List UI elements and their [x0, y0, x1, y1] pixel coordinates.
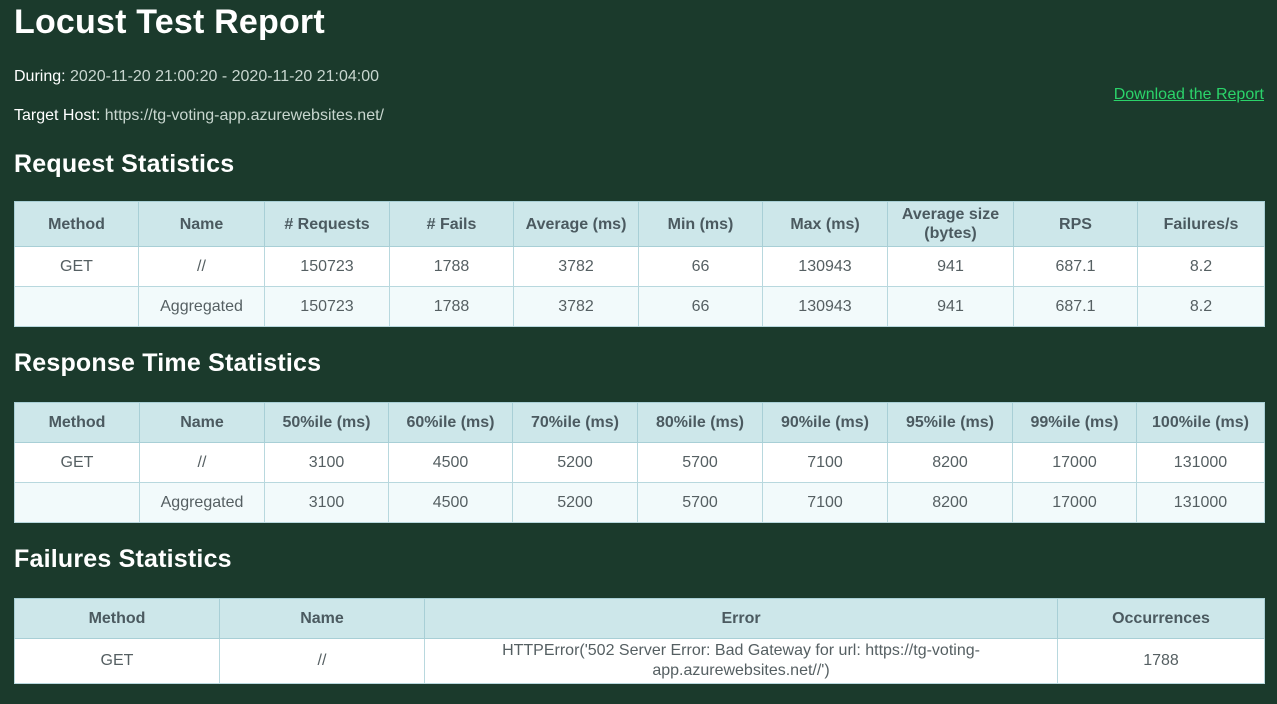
table-cell: 131000 [1136, 482, 1265, 523]
table-cell: 1788 [1057, 638, 1265, 684]
table-cell: // [219, 638, 425, 684]
table-cell [14, 482, 140, 523]
table-cell: 941 [887, 246, 1014, 287]
column-header-p70: 70%ile (ms) [512, 402, 638, 443]
column-header-rps: RPS [1013, 201, 1138, 247]
table-cell: 5700 [637, 442, 763, 483]
table-cell: 7100 [762, 482, 888, 523]
table-cell: 687.1 [1013, 286, 1138, 327]
table-cell: 66 [638, 286, 763, 327]
table-cell: GET [14, 638, 220, 684]
failures-statistics-heading: Failures Statistics [14, 545, 232, 573]
table-header-row: Method Name 50%ile (ms) 60%ile (ms) 70%i… [14, 402, 1265, 443]
table-cell: 8.2 [1137, 286, 1265, 327]
column-header-p95: 95%ile (ms) [887, 402, 1013, 443]
table-cell: // [138, 246, 265, 287]
table-row: GET // 150723 1788 3782 66 130943 941 68… [14, 246, 1265, 287]
table-cell: 17000 [1012, 482, 1137, 523]
table-cell: 7100 [762, 442, 888, 483]
column-header-name: Name [139, 402, 265, 443]
during-value: 2020-11-20 21:00:20 - 2020-11-20 21:04:0… [70, 68, 380, 85]
column-header-name: Name [138, 201, 265, 247]
table-row: Aggregated 150723 1788 3782 66 130943 94… [14, 286, 1265, 327]
column-header-p50: 50%ile (ms) [264, 402, 389, 443]
column-header-p99: 99%ile (ms) [1012, 402, 1137, 443]
table-cell: 3100 [264, 482, 389, 523]
table-cell: 687.1 [1013, 246, 1138, 287]
response-time-statistics-heading: Response Time Statistics [14, 349, 322, 377]
table-row: GET // HTTPError('502 Server Error: Bad … [14, 638, 1265, 684]
table-cell: 3782 [513, 246, 639, 287]
table-cell: 150723 [264, 246, 390, 287]
column-header-method: Method [14, 598, 220, 639]
table-cell: 130943 [762, 286, 888, 327]
column-header-error: Error [424, 598, 1058, 639]
column-header-average: Average (ms) [513, 201, 639, 247]
table-cell: 17000 [1012, 442, 1137, 483]
table-cell: 8200 [887, 442, 1013, 483]
column-header-occurrences: Occurrences [1057, 598, 1265, 639]
column-header-average-size: Average size (bytes) [887, 201, 1014, 247]
column-header-method: Method [14, 201, 139, 247]
target-host-value: https://tg-voting-app.azurewebsites.net/ [104, 107, 384, 124]
column-header-method: Method [14, 402, 140, 443]
column-header-max: Max (ms) [762, 201, 888, 247]
table-cell: 4500 [388, 442, 513, 483]
download-report-link[interactable]: Download the Report [1114, 86, 1264, 104]
table-cell: 5200 [512, 442, 638, 483]
table-header-row: Method Name # Requests # Fails Average (… [14, 201, 1265, 247]
error-message-cell: HTTPError('502 Server Error: Bad Gateway… [424, 638, 1058, 684]
table-cell: GET [14, 246, 139, 287]
column-header-p90: 90%ile (ms) [762, 402, 888, 443]
table-cell: Aggregated [138, 286, 265, 327]
table-cell: 4500 [388, 482, 513, 523]
table-row: Aggregated 3100 4500 5200 5700 7100 8200… [14, 482, 1265, 523]
table-cell: Aggregated [139, 482, 265, 523]
column-header-min: Min (ms) [638, 201, 763, 247]
target-host: Target Host: https://tg-voting-app.azure… [14, 107, 384, 125]
table-cell: 3100 [264, 442, 389, 483]
table-cell: // [139, 442, 265, 483]
table-cell: GET [14, 442, 140, 483]
table-cell: 5700 [637, 482, 763, 523]
column-header-p60: 60%ile (ms) [388, 402, 513, 443]
column-header-requests: # Requests [264, 201, 390, 247]
table-header-row: Method Name Error Occurrences [14, 598, 1265, 639]
table-row: GET // 3100 4500 5200 5700 7100 8200 170… [14, 442, 1265, 483]
table-cell: 8.2 [1137, 246, 1265, 287]
test-duration: During: 2020-11-20 21:00:20 - 2020-11-20… [14, 68, 379, 86]
request-statistics-heading: Request Statistics [14, 150, 235, 178]
table-cell: 130943 [762, 246, 888, 287]
column-header-fails: # Fails [389, 201, 514, 247]
column-header-p100: 100%ile (ms) [1136, 402, 1265, 443]
column-header-name: Name [219, 598, 425, 639]
failures-statistics-table: Method Name Error Occurrences GET // HTT… [14, 598, 1265, 684]
table-cell: 3782 [513, 286, 639, 327]
table-cell: 1788 [389, 286, 514, 327]
during-label: During: [14, 68, 66, 85]
column-header-failures-per-sec: Failures/s [1137, 201, 1265, 247]
table-cell: 1788 [389, 246, 514, 287]
table-cell: 941 [887, 286, 1014, 327]
table-cell [14, 286, 139, 327]
response-time-statistics-table: Method Name 50%ile (ms) 60%ile (ms) 70%i… [14, 402, 1265, 523]
table-cell: 150723 [264, 286, 390, 327]
table-cell: 66 [638, 246, 763, 287]
table-cell: 131000 [1136, 442, 1265, 483]
table-cell: 5200 [512, 482, 638, 523]
page-title: Locust Test Report [14, 3, 325, 41]
request-statistics-table: Method Name # Requests # Fails Average (… [14, 201, 1265, 327]
column-header-p80: 80%ile (ms) [637, 402, 763, 443]
target-host-label: Target Host: [14, 107, 101, 124]
table-cell: 8200 [887, 482, 1013, 523]
